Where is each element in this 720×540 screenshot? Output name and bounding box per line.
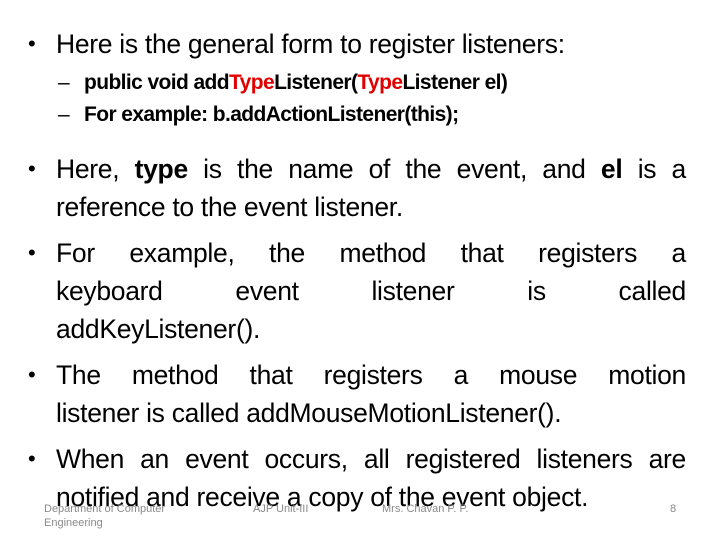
bullet-3-line-3: addKeyListener(). [56,314,261,344]
footer-department: Department of Computer Engineering [44,502,165,530]
bullet-icon: • [28,240,36,265]
footer-department-line-2: Engineering [44,517,103,529]
sub-item-example: – For example: b.addActionListener(this); [58,100,459,130]
bullet-5-line-1: When an event occurs, all registered lis… [56,444,686,474]
code-part-highlight: Type [229,71,275,94]
footer-course: AJP Unit-III [253,503,309,515]
text-part: Here, [56,154,135,184]
bullet-icon: • [28,362,36,387]
code-part: Listener( [274,71,358,94]
dash-icon: – [58,71,70,94]
example-text: For example: b.addActionListener(this); [84,103,459,126]
bullet-2-line-1: Here, type is the name of the event, and… [56,150,686,188]
bullet-4-line-2: listener is called addMouseMotionListene… [56,398,562,428]
bullet-3-line-2: keyboard event listener is called [56,276,686,306]
footer-page-number: 8 [670,503,677,515]
code-part: Listener el) [402,71,508,94]
keyword-el: el [600,154,623,184]
bullet-3-line-1: For example, the method that registers a [56,238,686,268]
footer-author: Mrs. Chavan P. P. [382,503,469,515]
dash-icon: – [58,103,70,126]
text-part: is a [622,154,687,184]
bullet-icon: • [28,446,36,471]
footer-department-line-1: Department of Computer [44,503,166,515]
bullet-4-line-1: The method that registers a mouse motion [56,360,686,390]
slide: • Here is the general form to register l… [0,0,720,540]
code-part: public void add [84,71,230,94]
bullet-2-line-2: reference to the event listener. [56,192,403,222]
sub-item-signature: – public void addTypeListener(TypeListene… [58,68,508,98]
keyword-type: type [134,154,189,184]
text-part: is the name of the event, and [187,154,601,184]
bullet-icon: • [28,31,36,56]
bullet-1-text: Here is the general form to register lis… [56,29,565,59]
code-part-highlight: Type [357,71,403,94]
bullet-icon: • [28,156,36,181]
